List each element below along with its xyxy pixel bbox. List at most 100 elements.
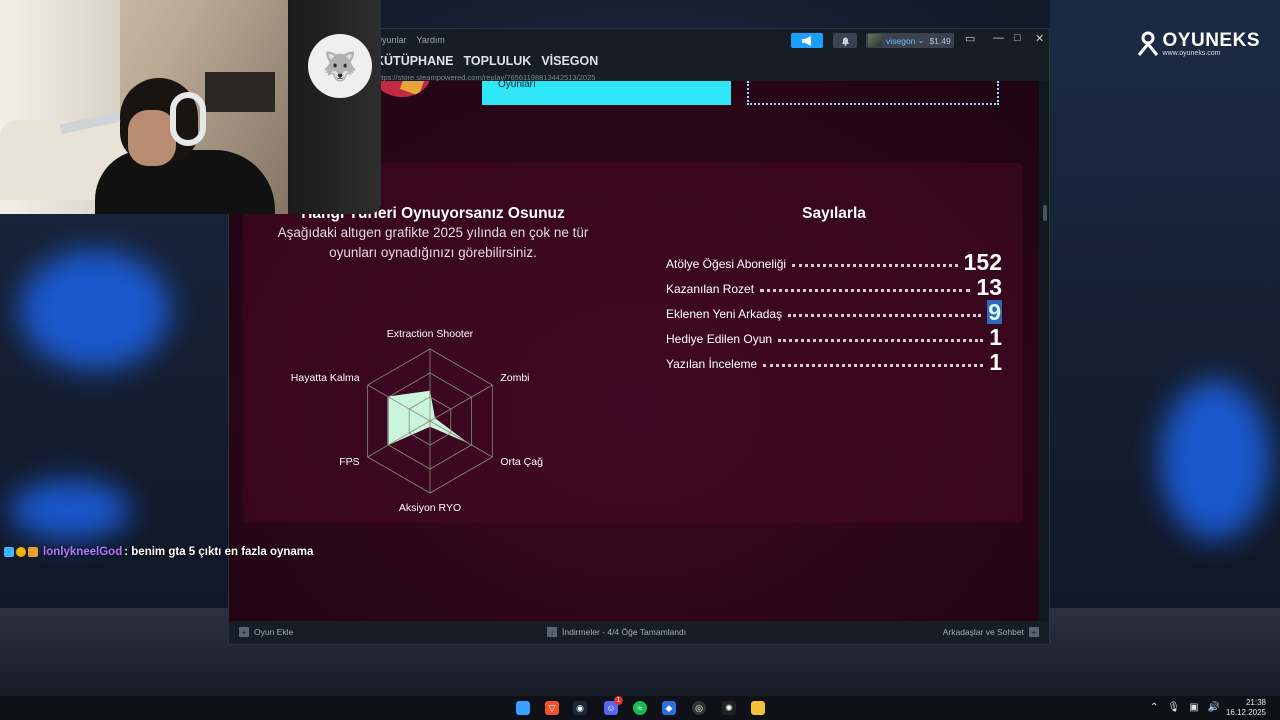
background-pillar-right — [1050, 0, 1280, 696]
brand-url: www.oyuneks.com — [1162, 50, 1221, 57]
chevron-up-icon[interactable]: ⌃ — [1150, 702, 1158, 713]
downloads-label: İndirmeler - 4/4 Öğe Tamamlandı — [562, 627, 687, 637]
chat-username: lonlykneelGod — [43, 546, 123, 558]
brave-browser-icon[interactable]: ▽ — [545, 701, 559, 715]
tab-profile[interactable]: VİSEGON — [541, 54, 598, 68]
bell-icon — [841, 37, 849, 46]
highlight-box: Oyunları — [482, 81, 731, 105]
stat-label: Kazanılan Rozet — [666, 282, 755, 296]
stat-label: Eklenen Yeni Arkadaş — [666, 307, 783, 321]
stat-leader-dots — [788, 314, 982, 317]
genre-section-description: Aşağıdaki altıgen grafikte 2025 yılında … — [277, 225, 589, 260]
download-icon: ↓ — [547, 627, 557, 637]
stat-value: 1 — [989, 324, 1002, 350]
chat-text: : benim gta 5 çıktı en fazla oynama — [124, 546, 314, 558]
radar-axis-label: Aksiyon RYO — [399, 502, 461, 514]
obs-icon[interactable]: ◎ — [692, 701, 706, 715]
friends-chat-label: Arkadaşlar ve Sohbet — [942, 627, 1024, 637]
stat-label: Hediye Edilen Oyun — [666, 332, 773, 346]
plus-icon: + — [239, 627, 249, 637]
webcam-tv-unit — [205, 72, 275, 112]
account-name: visegon — [886, 35, 916, 46]
steelseries-icon[interactable]: ✺ — [722, 701, 736, 715]
avatar — [868, 34, 882, 47]
notifications-button[interactable] — [833, 33, 857, 48]
big-picture-icon[interactable]: ▭ — [965, 32, 975, 45]
radar-axis-label: Hayatta Kalma — [291, 372, 360, 384]
chevron-down-icon: ⌄ — [917, 35, 925, 45]
clock-date: 16.12.2025 — [1225, 708, 1266, 717]
stat-row: Hediye Edilen Oyun 1 — [666, 324, 1002, 349]
system-tray: ⌃ 🎙 ▣ 🔊 — [1150, 702, 1220, 713]
stat-row: Kazanılan Rozet 13 — [666, 274, 1002, 299]
steam-icon[interactable]: ◉ — [573, 701, 587, 715]
content-scrollbar[interactable] — [1039, 81, 1049, 623]
stat-value: 13 — [976, 274, 1002, 300]
minimize-icon[interactable]: — — [993, 32, 1004, 44]
scrollbar-thumb[interactable] — [1043, 205, 1047, 221]
megaphone-icon — [802, 35, 811, 46]
genre-radar-chart: Extraction Shooter Zombi Orta Çağ Aksiyon R… — [291, 328, 543, 514]
radar-spoke — [429, 420, 493, 458]
stat-row: Yazılan İnceleme 1 — [666, 349, 1002, 374]
dotted-box — [747, 81, 999, 105]
file-explorer-icon[interactable] — [751, 701, 765, 715]
app-icon[interactable]: ◆ — [662, 701, 676, 715]
stat-leader-dots — [778, 339, 984, 342]
microphone-icon[interactable]: 🎙 — [1167, 702, 1180, 713]
wallet-balance: $1.49 — [929, 35, 951, 46]
stat-leader-dots — [792, 264, 958, 267]
stat-value: 1 — [989, 349, 1002, 375]
radar-axis-label: FPS — [339, 456, 359, 468]
wall-banner — [288, 0, 381, 214]
badge-icon — [4, 547, 14, 557]
windows-start-icon[interactable] — [516, 701, 530, 715]
radar-axis-label: Extraction Shooter — [387, 328, 474, 340]
add-game-button[interactable]: + Oyun Ekle — [239, 627, 293, 637]
friends-chat-button[interactable]: Arkadaşlar ve Sohbet + — [943, 627, 1039, 637]
nav-tabs: KÜTÜPHANE TOPLULUK VİSEGON — [375, 54, 598, 68]
radar-spoke — [429, 384, 493, 422]
stat-value: 152 — [963, 249, 1002, 275]
announcements-button[interactable] — [791, 33, 823, 48]
headphones — [170, 92, 206, 146]
background-fire-left-low — [10, 480, 130, 540]
clock-time: 21:38 — [1245, 698, 1266, 707]
webcam-person-face — [128, 110, 176, 166]
volume-icon[interactable]: 🔊 — [1208, 702, 1220, 713]
menu-item-help[interactable]: Yardım — [417, 35, 445, 45]
friends-icon: + — [1029, 627, 1039, 637]
radar-data-area — [387, 390, 469, 446]
pie-chart-fragment — [373, 81, 431, 97]
stat-value-selected: 9 — [987, 299, 1002, 325]
spotify-icon[interactable]: ≈ — [633, 701, 647, 715]
webcam-person-body — [95, 150, 275, 214]
close-icon[interactable]: ✕ — [1035, 32, 1044, 45]
background-fire-right — [1160, 380, 1270, 540]
account-menu-button[interactable]: visegon ⌄ $1.49 — [866, 33, 954, 48]
radar-axis-label: Orta Çağ — [500, 456, 543, 468]
stat-leader-dots — [760, 289, 971, 292]
chat-message: lonlykneelGod : benim gta 5 çıktı en faz… — [4, 546, 313, 558]
stat-row: Atölye Öğesi Aboneliği 152 — [666, 249, 1002, 274]
wolf-emblem-icon: 🐺 — [308, 34, 372, 98]
badge-icon — [16, 547, 26, 557]
bottom-bar: + Oyun Ekle ↓ İndirmeler - 4/4 Öğe Tamam… — [229, 621, 1049, 644]
brand-logo: OYUNEKS www.oyuneks.com — [1137, 30, 1260, 57]
tab-community[interactable]: TOPLULUK — [463, 54, 531, 68]
network-icon[interactable]: ▣ — [1189, 702, 1198, 713]
badge-icon — [28, 547, 38, 557]
webcam-overlay: 🐺 — [0, 0, 381, 214]
clock[interactable]: 21:38 16.12.2025 — [1226, 698, 1266, 718]
stat-label: Yazılan İnceleme — [666, 357, 758, 371]
maximize-icon[interactable]: □ — [1014, 32, 1021, 44]
taskbar: ▽ ◉ ☺ 1 ≈ ◆ ◎ ✺ ⌃ 🎙 ▣ 🔊 21:38 16.12.2025 — [0, 696, 1280, 720]
downloads-button[interactable]: ↓ İndirmeler - 4/4 Öğe Tamamlandı — [547, 627, 686, 637]
tab-library[interactable]: KÜTÜPHANE — [375, 54, 453, 68]
stat-label: Atölye Öğesi Aboneliği — [666, 257, 787, 271]
stat-row: Eklenen Yeni Arkadaş 9 — [666, 299, 1002, 324]
brand-name: OYUNEKS — [1162, 30, 1260, 51]
add-game-label: Oyun Ekle — [254, 627, 294, 637]
brand-mark-icon — [1137, 31, 1158, 56]
menu-bar: Oyunlar Yardım — [375, 35, 445, 45]
